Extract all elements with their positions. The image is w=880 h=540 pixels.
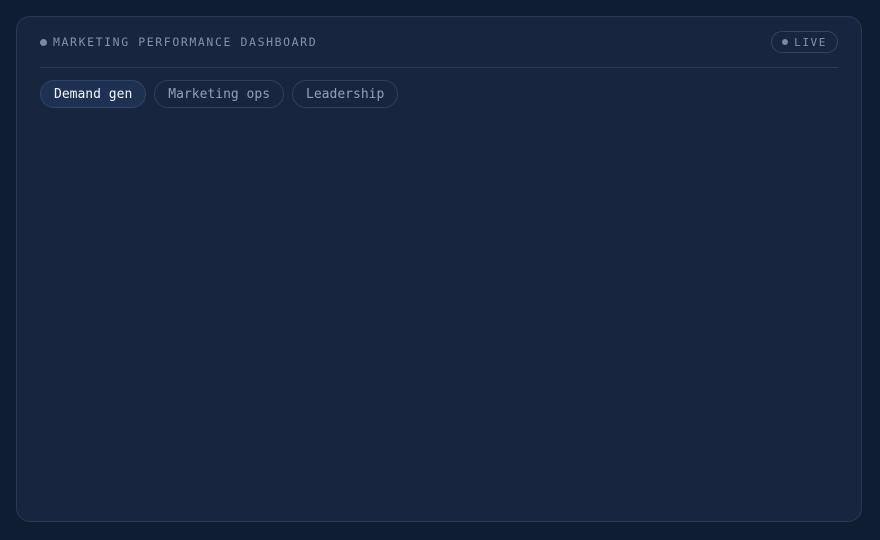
live-status-badge: LIVE: [771, 31, 838, 53]
title-group: MARKETING PERFORMANCE DASHBOARD: [40, 35, 317, 49]
page-title: MARKETING PERFORMANCE DASHBOARD: [53, 35, 318, 49]
audience-tabs: Demand gen Marketing ops Leadership: [40, 80, 399, 108]
tab-marketing-ops[interactable]: Marketing ops: [154, 80, 285, 108]
status-dot-icon: [40, 38, 47, 46]
tab-demand-gen[interactable]: Demand gen: [40, 80, 147, 108]
live-status-label: LIVE: [794, 35, 827, 49]
tab-leadership[interactable]: Leadership: [292, 80, 399, 108]
live-dot-icon: [782, 39, 789, 45]
dashboard-header: MARKETING PERFORMANCE DASHBOARD LIVE: [40, 17, 838, 68]
dashboard-panel: MARKETING PERFORMANCE DASHBOARD LIVE Dem…: [16, 16, 862, 522]
